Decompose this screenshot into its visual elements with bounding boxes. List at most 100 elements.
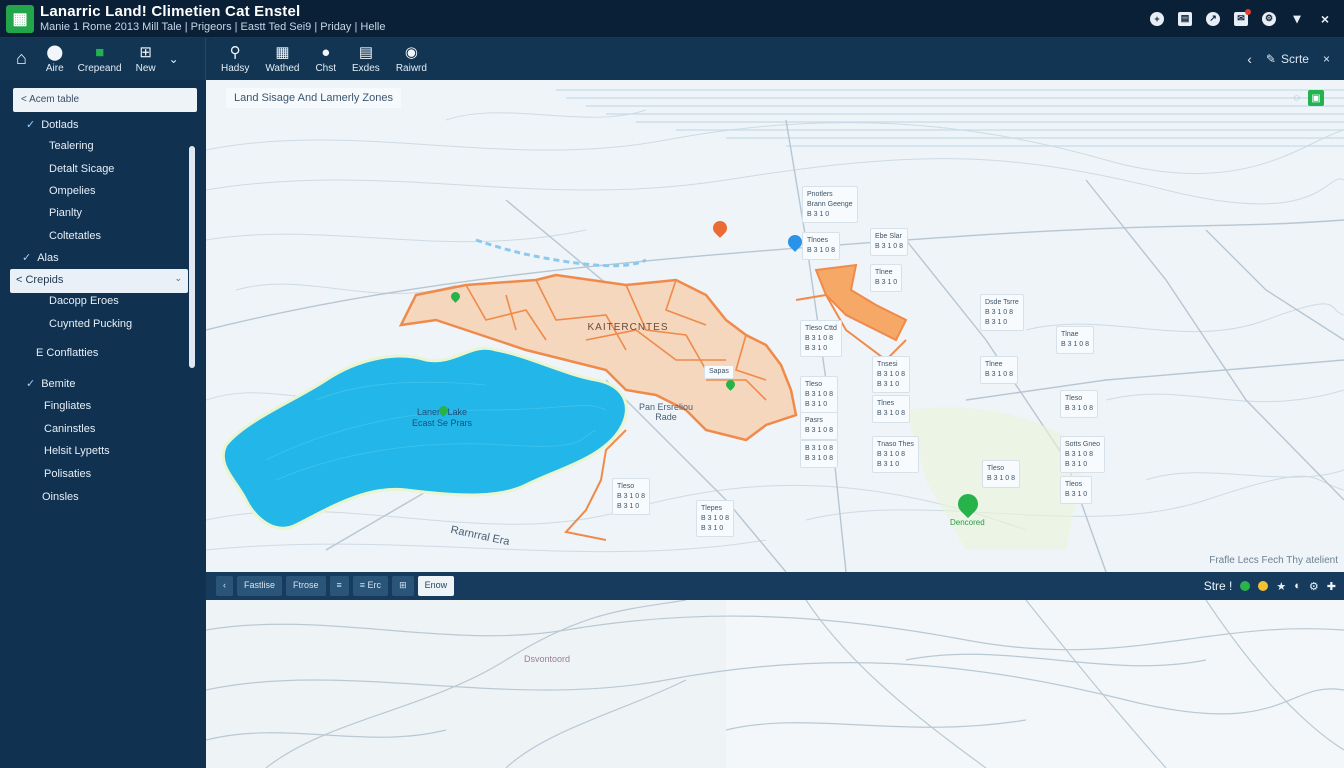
home-icon: ⌂: [16, 48, 27, 68]
toolbar-chst-button[interactable]: ● Chst: [308, 38, 343, 80]
info-card[interactable]: Pasrs B 3 1 0 8: [800, 412, 839, 440]
close-icon[interactable]: ×: [1318, 11, 1332, 27]
back-button[interactable]: ‹: [1247, 51, 1252, 67]
erc-button[interactable]: ≡ Erc: [352, 576, 389, 596]
sidebar-item-oinsles[interactable]: Oinsles: [42, 491, 79, 503]
enow-button[interactable]: Enow: [417, 576, 455, 596]
sidebar-item-fingliates[interactable]: Fingliates: [44, 400, 91, 412]
toolbar-crepeand-label: Crepeand: [77, 62, 122, 74]
info-card[interactable]: Dsde Tsrre B 3 1 0 8 B 3 1 0: [980, 294, 1024, 332]
fastlise-button[interactable]: Fastlise: [237, 576, 283, 596]
prev-button[interactable]: ‹: [216, 576, 233, 596]
toolbar-exdes-button[interactable]: ▤ Exdes: [345, 38, 387, 80]
check-icon: ✓: [26, 378, 36, 390]
sidebar: < Acem table ✓ Dotlads Tealering Detalt S…: [0, 80, 206, 768]
info-card[interactable]: B 3 1 0 8 B 3 1 0 8: [800, 440, 839, 468]
info-card[interactable]: Tlnae B 3 1 0 8: [1056, 326, 1095, 354]
river: [475, 238, 647, 268]
map-controls: ◌ ▣: [1293, 90, 1324, 106]
sidebar-item-crepids[interactable]: < Crepids ⌄: [10, 269, 188, 293]
info-card[interactable]: Tleso Cttd B 3 1 0 8 B 3 1 0: [800, 320, 842, 358]
info-card[interactable]: Tlepes B 3 1 0 8 B 3 1 0: [696, 500, 735, 538]
sidebar-item-e-conflatties[interactable]: E Conflatties: [36, 347, 98, 359]
toolbar-more-button[interactable]: ⌄: [163, 38, 185, 80]
sidebar-scrollbar[interactable]: [189, 146, 195, 368]
info-card[interactable]: Sotts Gneo B 3 1 0 8 B 3 1 0: [1060, 436, 1106, 474]
info-card[interactable]: Tleso B 3 1 0 8 B 3 1 0: [800, 376, 839, 414]
toolbar-wathed-button[interactable]: ▦ Wathed: [258, 38, 306, 80]
sidebar-item-ompelies[interactable]: Ompelies: [49, 185, 95, 197]
sound-icon[interactable]: ◐: [1294, 580, 1301, 592]
sidebar-item-helsit-lypetts[interactable]: Helsit Lypetts: [44, 445, 110, 457]
info-card[interactable]: Tnsesi B 3 1 0 8 B 3 1 0: [872, 356, 911, 394]
chevron-down-icon: ⌄: [168, 52, 179, 66]
info-card[interactable]: Tlnoes B 3 1 0 8: [802, 232, 841, 260]
toolbar-close-button[interactable]: ×: [1323, 52, 1330, 66]
toolbar-right-group: ‹ ✎ Scrte ×: [1247, 38, 1330, 80]
info-card[interactable]: Pnotlers Brann Geenge B 3 1 0: [802, 186, 858, 224]
secondary-map-canvas: [206, 600, 1344, 768]
green-status-icon[interactable]: [1240, 581, 1251, 591]
info-card[interactable]: Tleos B 3 1 0: [1060, 476, 1093, 504]
map-settings-icon[interactable]: ◌: [1293, 92, 1300, 104]
yellow-status-icon[interactable]: [1258, 581, 1269, 591]
pin-icon: ⬤: [46, 43, 64, 61]
home-button[interactable]: ⌂: [0, 38, 39, 80]
toolbar-crepeand-button[interactable]: ■ Crepeand: [71, 38, 129, 80]
stack-icon[interactable]: ▤: [1178, 11, 1192, 26]
sidebar-item-coltetatles[interactable]: Coltetatles: [49, 230, 101, 242]
secondary-map[interactable]: Dsvontoord: [206, 600, 1344, 768]
settings-icon[interactable]: ⚙: [1309, 580, 1319, 593]
check-icon: ✓: [22, 252, 32, 264]
map-title: Land Sisage And Lamerly Zones: [226, 88, 401, 108]
sidebar-item-cuynted-pucking[interactable]: Cuynted Pucking: [49, 318, 132, 330]
info-card[interactable]: Tleso B 3 1 0 8: [1060, 390, 1099, 418]
sidebar-search-input[interactable]: < Acem table: [13, 88, 197, 112]
chevron-down-icon[interactable]: ▾: [1290, 10, 1304, 26]
share-icon[interactable]: ↗: [1206, 11, 1220, 26]
info-card[interactable]: Tnaso Thes B 3 1 0 8 B 3 1 0: [872, 436, 919, 474]
spreadsheet-icon: ▤: [358, 43, 373, 61]
info-card[interactable]: Tlnee B 3 1 0 8: [980, 356, 1019, 384]
app-title: Lanarric Land! Climetien Cat Enstel: [40, 3, 301, 21]
toolbar-chst-label: Chst: [315, 62, 337, 74]
info-card[interactable]: Tlnee B 3 1 0: [870, 264, 903, 292]
edit-button[interactable]: ✎ Scrte: [1266, 52, 1309, 66]
toolbar-hadsy-button[interactable]: ⚲ Hadsy: [214, 38, 256, 80]
sidebar-item-bemite[interactable]: ✓ Bemite: [26, 377, 75, 390]
sidebar-item-dacopp-eroes[interactable]: Dacopp Eroes: [49, 295, 119, 307]
sidebar-item-detalt-sicage[interactable]: Detalt Sicage: [49, 163, 114, 175]
grid-button[interactable]: ⊞: [392, 576, 414, 596]
puzzle-icon[interactable]: ✚: [1327, 580, 1336, 593]
sidebar-item-caninstles[interactable]: Caninstles: [44, 423, 95, 435]
sidebar-item-pianlty[interactable]: Pianlty: [49, 207, 82, 219]
settings-icon[interactable]: ⚙: [1262, 11, 1276, 26]
notification-icon[interactable]: ✉: [1234, 8, 1251, 26]
plus-circle-icon[interactable]: +: [1150, 11, 1164, 26]
sidebar-item-label: Bemite: [41, 378, 76, 390]
sidebar-item-alas[interactable]: ✓ Alas: [22, 251, 59, 264]
toolbar-raiwrd-button[interactable]: ◉ Raiwrd: [389, 38, 434, 80]
toolbar-raiwrd-label: Raiwrd: [395, 62, 427, 74]
app-subtitle: Manie 1 Rome 2013 Mill Tale | Prigeors |…: [40, 20, 386, 33]
globe-icon: ◉: [404, 43, 418, 61]
grid-icon: ⊞: [139, 43, 152, 61]
toolbar-aire-button[interactable]: ⬤ Aire: [39, 38, 71, 80]
sidebar-item-polisaties[interactable]: Polisaties: [44, 468, 91, 480]
toolbar-new-button[interactable]: ⊞ New: [129, 38, 163, 80]
sidebar-item-tealering[interactable]: Tealering: [49, 140, 94, 152]
app-window: ▦ Lanarric Land! Climetien Cat Enstel Ma…: [0, 0, 1344, 768]
lake-shape: [221, 346, 628, 530]
ftrose-button[interactable]: Ftrose: [286, 576, 326, 596]
info-card[interactable]: Tlnes B 3 1 0 8: [872, 395, 911, 423]
star-icon[interactable]: ★: [1276, 580, 1286, 593]
main-map[interactable]: Land Sisage And Lamerly Zones ◌ ▣ Lanerd…: [206, 80, 1344, 572]
map-tag-sapas[interactable]: Sapas: [704, 365, 734, 379]
info-card[interactable]: Tleso B 3 1 0 8 B 3 1 0: [612, 478, 651, 516]
list-button[interactable]: ≡: [329, 576, 349, 596]
sidebar-item-dotlads[interactable]: ✓ Dotlads: [26, 118, 79, 131]
info-card[interactable]: Tleso B 3 1 0 8: [982, 460, 1021, 488]
info-card[interactable]: Ebe Slar B 3 1 0 8: [870, 228, 909, 256]
map-canvas[interactable]: [206, 80, 1344, 572]
map-layers-button[interactable]: ▣: [1308, 90, 1324, 106]
